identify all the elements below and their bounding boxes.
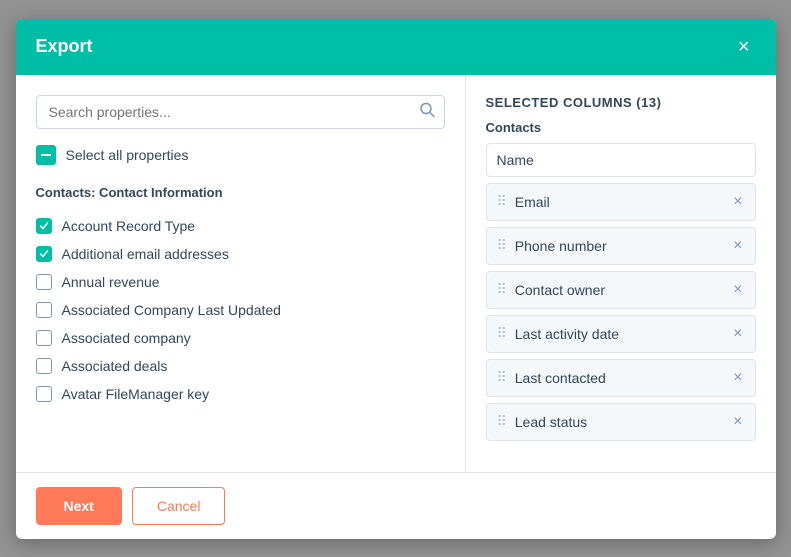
column-item: ⠿ Last contacted × [486,359,756,397]
property-item: Associated company [36,324,445,352]
modal-footer: Next Cancel [16,472,776,539]
column-item-left: ⠿ Phone number [497,237,607,254]
drag-handle-icon[interactable]: ⠿ [497,237,507,254]
column-item-left: ⠿ Contact owner [497,281,606,298]
column-item: ⠿ Contact owner × [486,271,756,309]
remove-column-button[interactable]: × [731,368,744,388]
select-all-label: Select all properties [66,147,189,163]
modal-body: Select all properties Contacts: Contact … [16,75,776,472]
property-item: Account Record Type [36,212,445,240]
property-label: Associated deals [62,358,168,374]
remove-column-button[interactable]: × [731,324,744,344]
select-all-checkbox[interactable] [36,145,56,165]
next-button[interactable]: Next [36,487,122,525]
column-item-left: Name [497,152,534,168]
property-checkbox-assoc-company[interactable] [36,330,52,346]
drag-handle-icon[interactable]: ⠿ [497,369,507,386]
property-checkbox-avatar-filemanager[interactable] [36,386,52,402]
search-icon [419,101,435,122]
property-label: Annual revenue [62,274,160,290]
properties-list: Account Record Type Additional email addr… [36,212,445,452]
drag-handle-icon[interactable]: ⠿ [497,413,507,430]
selected-columns-header: SELECTED COLUMNS (13) [486,95,756,110]
column-name: Last activity date [515,326,619,342]
property-label: Additional email addresses [62,246,229,262]
column-item: ⠿ Phone number × [486,227,756,265]
column-item-left: ⠿ Email [497,193,550,210]
modal-overlay: Export × [0,0,791,557]
remove-column-button[interactable]: × [731,280,744,300]
column-item: ⠿ Last activity date × [486,315,756,353]
column-item: ⠿ Lead status × [486,403,756,441]
property-checkbox-additional-email[interactable] [36,246,52,262]
property-item: Associated Company Last Updated [36,296,445,324]
property-label: Avatar FileManager key [62,386,210,402]
contacts-group-label: Contacts [486,120,756,135]
search-input[interactable] [36,95,445,129]
remove-column-button[interactable]: × [731,412,744,432]
right-panel: SELECTED COLUMNS (13) Contacts Name ⠿ Emai… [466,75,776,472]
property-label: Account Record Type [62,218,196,234]
cancel-button[interactable]: Cancel [132,487,226,525]
column-item-left: ⠿ Last contacted [497,369,606,386]
column-name: Email [515,194,550,210]
column-item: Name [486,143,756,177]
property-checkbox-account-record-type[interactable] [36,218,52,234]
property-item: Associated deals [36,352,445,380]
left-panel: Select all properties Contacts: Contact … [16,75,466,472]
property-label: Associated company [62,330,191,346]
selected-columns-list: Name ⠿ Email × ⠿ Phone number × ⠿ Contact owner ×… [486,143,756,452]
remove-column-button[interactable]: × [731,236,744,256]
property-item: Additional email addresses [36,240,445,268]
modal-title: Export [36,36,93,57]
remove-column-button[interactable]: × [731,192,744,212]
column-name: Lead status [515,414,587,430]
column-item: ⠿ Email × [486,183,756,221]
column-name: Name [497,152,534,168]
column-name: Contact owner [515,282,605,298]
close-button[interactable]: × [732,35,756,59]
column-name: Phone number [515,238,607,254]
drag-handle-icon[interactable]: ⠿ [497,193,507,210]
export-modal: Export × [16,19,776,539]
section-title: Contacts: Contact Information [36,185,445,200]
column-name: Last contacted [515,370,606,386]
property-checkbox-assoc-deals[interactable] [36,358,52,374]
column-item-left: ⠿ Last activity date [497,325,620,342]
column-item-left: ⠿ Lead status [497,413,588,430]
property-item: Annual revenue [36,268,445,296]
modal-header: Export × [16,19,776,75]
property-checkbox-assoc-company-last-updated[interactable] [36,302,52,318]
select-all-row[interactable]: Select all properties [36,145,445,165]
search-container [36,95,445,129]
drag-handle-icon[interactable]: ⠿ [497,281,507,298]
drag-handle-icon[interactable]: ⠿ [497,325,507,342]
property-item: Avatar FileManager key [36,380,445,408]
property-label: Associated Company Last Updated [62,302,281,318]
property-checkbox-annual-revenue[interactable] [36,274,52,290]
